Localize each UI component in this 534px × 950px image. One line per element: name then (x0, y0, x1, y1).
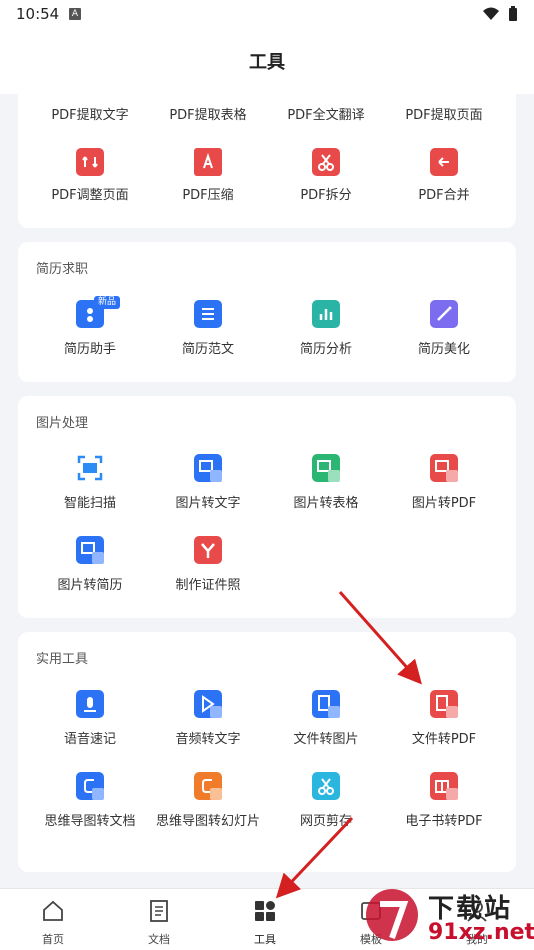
tool-label: 图片转表格 (293, 496, 359, 511)
tool-label: PDF拆分 (300, 188, 352, 203)
resume-analysis-icon (312, 300, 340, 328)
tools-scroll-area[interactable]: PDF提取文字 PDF提取表格 PDF全文翻译 PDF提取页面 PDF调整页面 … (0, 94, 534, 888)
tab-tools[interactable]: 工具 (212, 889, 318, 950)
resume-sample-icon (194, 300, 222, 328)
tab-documents[interactable]: 文档 (106, 889, 212, 950)
audio-to-text-icon (194, 690, 222, 718)
tool-label: PDF压缩 (182, 188, 234, 203)
tool-label: 思维导图转幻灯片 (155, 814, 260, 829)
site-watermark: 下载站 91xz.net (362, 880, 534, 950)
tools-icon (255, 901, 275, 921)
id-photo-icon (194, 536, 222, 564)
notification-icon: A (69, 8, 81, 20)
tool-label: 思维导图转文档 (44, 814, 136, 829)
watermark-url: 91xz.net (428, 920, 534, 945)
section-title: 实用工具 (36, 652, 89, 667)
tool-label: 图片转简历 (57, 578, 123, 593)
section-title: 图片处理 (36, 416, 89, 431)
tool-label: 智能扫描 (63, 496, 116, 511)
tool-label: PDF全文翻译 (287, 108, 365, 123)
tool-label: 简历助手 (63, 342, 116, 357)
tab-label: 工具 (254, 933, 276, 946)
pdf-merge-icon (430, 148, 458, 176)
tool-label: PDF提取文字 (51, 108, 129, 123)
web-clip-icon (312, 772, 340, 800)
tool-label: 制作证件照 (175, 578, 241, 593)
section-title: 简历求职 (36, 262, 89, 277)
pdf-tools-card: PDF提取文字 PDF提取表格 PDF全文翻译 PDF提取页面 PDF调整页面 … (18, 94, 516, 228)
tab-label: 首页 (42, 933, 64, 946)
resume-card: 简历求职 新品 简历助手 简历范文 简历分析 简历美化 (18, 242, 516, 382)
tool-label: 文件转图片 (293, 732, 359, 747)
watermark-logo-icon (366, 889, 418, 941)
image-to-pdf-icon (430, 454, 458, 482)
home-icon (43, 900, 63, 921)
header: 工具 (0, 30, 534, 94)
resume-beautify-icon (430, 300, 458, 328)
mindmap-to-slides-icon (194, 772, 222, 800)
tab-home[interactable]: 首页 (0, 889, 106, 950)
tab-label: 文档 (148, 933, 170, 946)
tool-label: 网页剪存 (299, 814, 352, 829)
ebook-to-pdf-icon (430, 772, 458, 800)
tool-label: 图片转文字 (175, 496, 241, 511)
image-to-text-icon (194, 454, 222, 482)
tool-label: PDF提取表格 (169, 108, 247, 123)
pdf-split-icon (312, 148, 340, 176)
voice-note-icon (76, 690, 104, 718)
tool-label: PDF合并 (418, 188, 470, 203)
pdf-adjust-page-icon (76, 148, 104, 176)
status-icons (482, 6, 520, 26)
new-badge: 新品 (94, 296, 121, 309)
tool-label: 文件转PDF (411, 732, 477, 747)
image-to-table-icon (312, 454, 340, 482)
image-to-resume-icon (76, 536, 104, 564)
file-to-image-icon (312, 690, 340, 718)
image-processing-card: 图片处理 智能扫描 图片转文字 图片转表格 图片转PDF 图片转简历 制作证件照 (18, 396, 516, 618)
tool-label: 简历范文 (181, 342, 234, 357)
file-to-pdf-icon (430, 690, 458, 718)
utility-tools-card: 实用工具 语音速记 音频转文字 文件转图片 文件转PDF 思维导图转文档 思维导… (18, 632, 516, 872)
tool-label: 简历分析 (299, 342, 352, 357)
tool-label: 电子书转PDF (405, 814, 483, 829)
battery-icon (509, 6, 517, 21)
tool-label: 图片转PDF (411, 496, 477, 511)
tool-label: PDF提取页面 (405, 108, 483, 123)
tool-label: 语音速记 (63, 732, 116, 747)
tool-label: 音频转文字 (175, 732, 241, 747)
status-time: 10:54 (16, 5, 60, 23)
mindmap-to-doc-icon (76, 772, 104, 800)
wifi-icon (483, 7, 499, 20)
smart-scan-icon (76, 454, 104, 482)
document-icon (150, 900, 168, 922)
status-bar: 10:54 A (0, 0, 534, 30)
tool-label: PDF调整页面 (51, 188, 129, 203)
tool-label: 简历美化 (417, 342, 470, 357)
page-title: 工具 (249, 52, 285, 73)
pdf-compress-icon (194, 148, 222, 176)
